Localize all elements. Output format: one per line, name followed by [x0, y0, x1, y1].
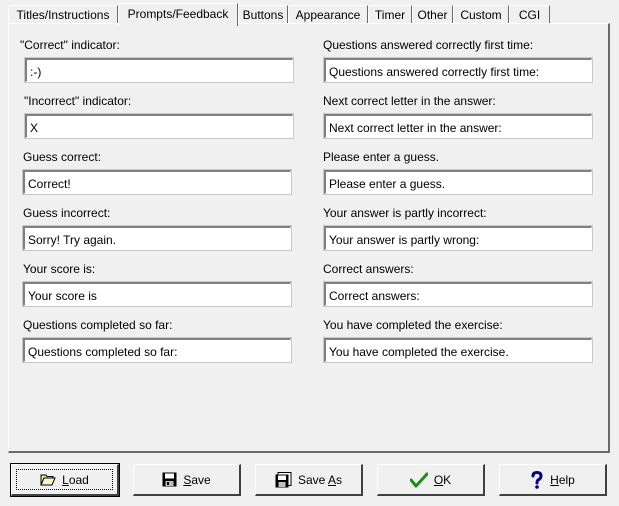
- enter-guess-field[interactable]: [323, 169, 593, 195]
- partly-incorrect-label: Your answer is partly incorrect:: [323, 206, 487, 220]
- ok-button-label: OK: [433, 472, 452, 487]
- partly-incorrect-field[interactable]: [323, 225, 593, 251]
- tab-custom[interactable]: Custom: [453, 5, 509, 23]
- questions-completed-label: Questions completed so far:: [23, 318, 173, 332]
- incorrect-indicator-label: "Incorrect" indicator:: [24, 94, 132, 108]
- guess-incorrect-field[interactable]: [22, 225, 292, 251]
- tab-label: Appearance: [295, 8, 361, 22]
- correct-indicator-label: "Correct" indicator:: [20, 38, 120, 52]
- tab-buttons[interactable]: Buttons: [238, 5, 288, 23]
- check-icon: [409, 472, 428, 488]
- tab-label: Prompts/Feedback: [127, 7, 229, 21]
- questions-completed-field[interactable]: [22, 337, 292, 363]
- correct-answers-label: Correct answers:: [323, 262, 414, 276]
- correct-first-time-field[interactable]: [323, 57, 593, 83]
- save-button[interactable]: Save: [133, 464, 241, 496]
- your-score-field[interactable]: [22, 281, 292, 307]
- next-correct-letter-field[interactable]: [323, 113, 593, 139]
- completed-exercise-field[interactable]: [323, 337, 593, 363]
- completed-exercise-label: You have completed the exercise:: [323, 318, 503, 332]
- focus-rect: [16, 469, 113, 490]
- correct-answers-field[interactable]: [323, 281, 593, 307]
- tab-label: Titles/Instructions: [16, 8, 110, 22]
- tab-label: Other: [417, 8, 448, 22]
- tab-label: Buttons: [242, 8, 284, 22]
- load-button[interactable]: Load: [10, 463, 120, 497]
- tab-titles-instructions[interactable]: Titles/Instructions: [8, 5, 118, 23]
- guess-incorrect-label: Guess incorrect:: [23, 206, 111, 220]
- correct-first-time-label: Questions answered correctly first time:: [323, 38, 534, 52]
- guess-correct-label: Guess correct:: [23, 150, 102, 164]
- help-button[interactable]: Help: [499, 464, 607, 496]
- tab-label: Timer: [374, 8, 406, 22]
- save-as-button-label: Save As: [297, 472, 343, 487]
- help-button-label: Help: [550, 472, 575, 487]
- tab-cgi[interactable]: CGI: [509, 5, 550, 23]
- tab-timer[interactable]: Timer: [368, 5, 412, 23]
- enter-guess-label: Please enter a guess.: [323, 150, 440, 164]
- floppy-disk-multiple-icon: [275, 471, 292, 488]
- correct-indicator-field[interactable]: [24, 57, 294, 83]
- guess-correct-field[interactable]: [22, 169, 292, 195]
- prompts-feedback-panel: "Correct" indicator: "Incorrect" indicat…: [8, 23, 610, 453]
- question-icon: [530, 470, 544, 489]
- next-correct-letter-label: Next correct letter in the answer:: [323, 94, 496, 108]
- tab-label: CGI: [518, 8, 541, 22]
- floppy-disk-icon: [162, 472, 177, 487]
- save-as-button[interactable]: Save As: [255, 464, 363, 496]
- tab-appearance[interactable]: Appearance: [288, 5, 368, 23]
- your-score-label: Your score is:: [23, 262, 96, 276]
- ok-button[interactable]: OK: [377, 464, 485, 496]
- incorrect-indicator-field[interactable]: [24, 113, 294, 139]
- tab-other[interactable]: Other: [412, 5, 453, 23]
- tab-prompts-feedback[interactable]: Prompts/Feedback: [118, 3, 238, 26]
- save-button-label: Save: [183, 472, 211, 487]
- tab-label: Custom: [460, 8, 502, 22]
